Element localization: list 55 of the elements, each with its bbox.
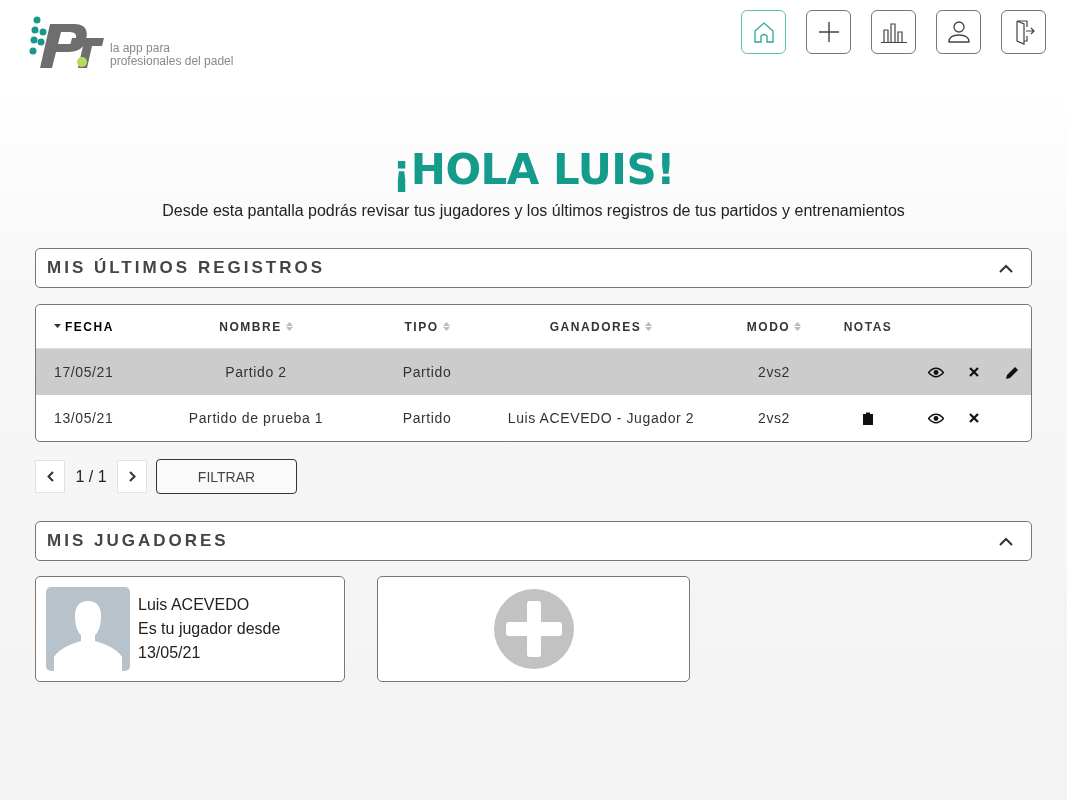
delete-icon[interactable] xyxy=(969,367,979,377)
clipboard-icon[interactable] xyxy=(863,411,873,425)
view-eye-icon[interactable] xyxy=(928,412,944,424)
profile-nav-button[interactable] xyxy=(936,10,981,54)
column-header[interactable]: NOTAS xyxy=(843,319,893,334)
column-header[interactable]: TIPO xyxy=(404,319,439,334)
edit-pencil-icon[interactable] xyxy=(1005,365,1019,379)
add-circle-icon xyxy=(493,589,574,669)
greeting-heading: ¡HOLA LUIS! xyxy=(391,146,676,194)
player-info-text: Luis ACEVEDO xyxy=(138,596,251,614)
bar-chart-icon xyxy=(879,20,908,44)
logo-tagline: la app para profesionales del padel xyxy=(110,42,234,70)
add-player-card[interactable] xyxy=(377,576,690,682)
table-cell: Partido xyxy=(402,410,452,426)
sort-desc-icon[interactable] xyxy=(54,324,61,329)
page-indicator: 1 / 1 xyxy=(74,467,108,486)
player-card[interactable]: Luis ACEVEDO Es tu jugador desde 13/05/21 xyxy=(35,576,345,682)
home-icon xyxy=(751,20,776,44)
table-cell: Partido 2 xyxy=(225,364,287,380)
table-cell: 13/05/21 xyxy=(54,410,114,426)
player-info-text: Es tu jugador desde xyxy=(138,620,281,638)
table-cell: Partido xyxy=(402,364,452,380)
previous-page-button[interactable] xyxy=(35,460,65,493)
section-title: MIS JUGADORES xyxy=(47,531,229,551)
column-header[interactable]: GANADORES xyxy=(549,319,642,334)
intro-text: Desde esta pantalla podrás revisar tus jugadores y los últimos registros de tus partidos y entrenamientos xyxy=(161,202,906,220)
avatar-silhouette-icon xyxy=(46,587,130,671)
section-title: MIS ÚLTIMOS REGISTROS xyxy=(47,258,326,278)
table-cell: 2vs2 xyxy=(758,364,790,380)
chevron-right-icon xyxy=(128,471,136,482)
table-cell: Luis ACEVEDO - Jugador 2 xyxy=(507,410,695,426)
table-cell: Partido de prueba 1 xyxy=(188,410,324,426)
view-eye-icon[interactable] xyxy=(928,366,944,378)
player-info-text: 13/05/21 xyxy=(138,644,202,662)
column-header[interactable]: NOMBRE xyxy=(219,319,282,334)
logout-nav-button[interactable] xyxy=(1001,10,1046,54)
logo-icon xyxy=(28,16,104,70)
delete-icon[interactable] xyxy=(969,413,979,423)
user-icon xyxy=(946,20,971,44)
table-cell: 17/05/21 xyxy=(54,364,114,380)
filter-button[interactable]: FILTRAR xyxy=(156,459,297,494)
stats-nav-button[interactable] xyxy=(871,10,916,54)
table-row[interactable]: 13/05/21 Partido de prueba 1 Partido Luis ACEVEDO - Jugador 2 2vs2 xyxy=(36,395,1031,441)
records-section-header[interactable]: MIS ÚLTIMOS REGISTROS xyxy=(35,248,1032,288)
table-row[interactable]: 17/05/21 Partido 2 Partido 2vs2 xyxy=(36,349,1031,395)
chevron-left-icon xyxy=(46,471,54,482)
collapse-chevron-icon xyxy=(999,536,1013,546)
table-cell: 2vs2 xyxy=(758,410,790,426)
next-page-button[interactable] xyxy=(117,460,147,493)
players-section-header[interactable]: MIS JUGADORES xyxy=(35,521,1032,561)
column-header[interactable]: MODO xyxy=(746,319,791,334)
column-header[interactable]: FECHA xyxy=(65,319,114,334)
add-nav-button[interactable] xyxy=(806,10,851,54)
plus-icon xyxy=(816,20,841,44)
collapse-chevron-icon xyxy=(999,263,1013,273)
